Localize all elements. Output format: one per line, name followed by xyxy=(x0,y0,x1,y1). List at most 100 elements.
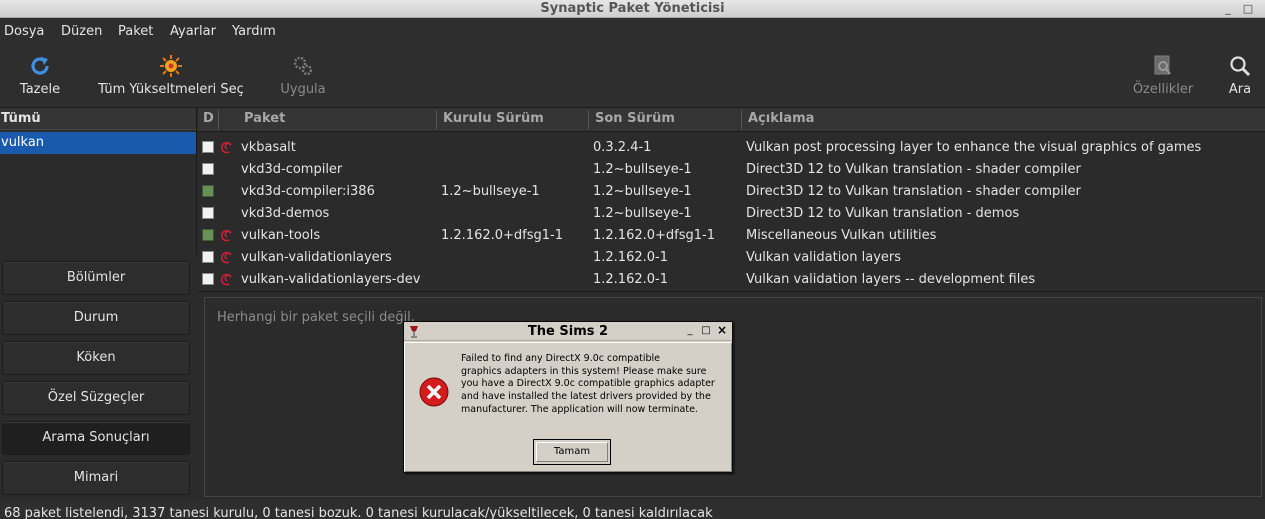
status-checkbox[interactable] xyxy=(202,185,214,197)
status-checkbox[interactable] xyxy=(202,141,214,153)
status-checkbox[interactable] xyxy=(202,163,214,175)
custom-filters-button[interactable]: Özel Süzgeçler xyxy=(2,381,190,415)
latest-version: 1.2~bullseye-1 xyxy=(593,162,692,177)
ok-button[interactable]: Tamam xyxy=(533,439,611,465)
menu-package[interactable]: Paket xyxy=(118,24,153,39)
properties-label: Özellikler xyxy=(1132,82,1194,97)
status-checkbox[interactable] xyxy=(202,229,214,241)
apply-button[interactable]: Uygula xyxy=(272,45,334,107)
gears-icon xyxy=(293,56,313,76)
table-row[interactable]: vkd3d-demos 1.2~bullseye-1 Direct3D 12 to … xyxy=(198,203,1265,225)
dialog-maximize-button[interactable]: □ xyxy=(699,324,713,338)
minimize-button[interactable]: _ xyxy=(1218,0,1238,18)
package-name: vkd3d-compiler:i386 xyxy=(241,184,375,199)
mark-all-upgrades-button[interactable]: Tüm Yükseltmeleri Seç xyxy=(96,45,246,107)
installed-version: 1.2.162.0+dfsg1-1 xyxy=(441,228,564,243)
status-bar: 68 paket listelendi, 3137 tanesi kurulu,… xyxy=(0,500,1265,519)
menu-help[interactable]: Yardım xyxy=(232,24,276,39)
status-checkbox[interactable] xyxy=(202,251,214,263)
status-checkbox[interactable] xyxy=(202,273,214,285)
column-package[interactable]: Paket xyxy=(244,111,285,126)
refresh-label: Tazele xyxy=(19,82,61,97)
table-row[interactable]: vkd3d-compiler:i386 1.2~bullseye-1 1.2~bul… xyxy=(198,181,1265,203)
package-list-header: D Paket Kurulu Sürüm Son Sürüm Açıklama xyxy=(198,108,1265,132)
refresh-icon xyxy=(31,57,49,75)
category-item-selected[interactable]: vulkan xyxy=(0,132,196,154)
package-description: Direct3D 12 to Vulkan translation - demo… xyxy=(746,206,1020,221)
package-name: vulkan-validationlayers xyxy=(241,250,392,265)
column-description[interactable]: Açıklama xyxy=(748,111,814,126)
table-row[interactable]: vulkan-validationlayers-dev 1.2.162.0-1 Vu… xyxy=(198,269,1265,291)
error-dialog: The Sims 2 _ □ × Failed to find any Dire… xyxy=(403,321,733,473)
status-checkbox[interactable] xyxy=(202,207,214,219)
dialog-titlebar[interactable]: The Sims 2 _ □ × xyxy=(404,322,732,341)
table-row[interactable]: vkd3d-compiler 1.2~bullseye-1 Direct3D 12 … xyxy=(198,159,1265,181)
architecture-button[interactable]: Mimari xyxy=(2,461,190,495)
table-row[interactable]: vulkan-validationlayers 1.2.162.0-1 Vulkan… xyxy=(198,247,1265,269)
search-label: Ara xyxy=(1228,82,1252,97)
category-panel: Tümü vulkan xyxy=(0,108,197,254)
dialog-message-line: graphics adapters in this system! Please… xyxy=(461,365,707,377)
dialog-message-line: you have a DirectX 9.0c compatible graph… xyxy=(461,378,715,390)
star-burst-icon xyxy=(160,55,182,77)
refresh-button[interactable]: Tazele xyxy=(10,45,70,107)
package-name: vulkan-validationlayers-dev xyxy=(241,272,421,287)
package-description: Direct3D 12 to Vulkan translation - shad… xyxy=(746,184,1081,199)
package-description: Direct3D 12 to Vulkan translation - shad… xyxy=(746,162,1081,177)
category-header[interactable]: Tümü xyxy=(0,108,196,130)
latest-version: 1.2.162.0-1 xyxy=(593,272,668,287)
package-name: vkd3d-demos xyxy=(241,206,330,221)
column-installed-version[interactable]: Kurulu Sürüm xyxy=(443,111,544,126)
dialog-message: Failed to find any DirectX 9.0c compatib… xyxy=(461,353,723,417)
search-results-button[interactable]: Arama Sonuçları xyxy=(2,421,190,455)
status-button[interactable]: Durum xyxy=(2,301,190,335)
latest-version: 0.3.2.4-1 xyxy=(593,140,652,155)
toolbar: Tazele Tüm Yükseltmeleri Seç Uygula Özel… xyxy=(0,45,1265,108)
package-name: vulkan-tools xyxy=(241,228,321,243)
menu-file[interactable]: Dosya xyxy=(4,24,44,39)
table-row[interactable]: vulkan-tools 1.2.162.0+dfsg1-1 1.2.162.0+d… xyxy=(198,225,1265,247)
package-name: vkd3d-compiler xyxy=(241,162,343,177)
properties-icon xyxy=(1154,55,1171,75)
dialog-minimize-button[interactable]: _ xyxy=(683,324,697,338)
status-text: 68 paket listelendi, 3137 tanesi kurulu,… xyxy=(4,506,713,519)
error-icon xyxy=(419,377,449,407)
search-button[interactable]: Ara xyxy=(1222,45,1258,107)
dialog-close-button[interactable]: × xyxy=(715,324,729,338)
dialog-message-line: and have installed the latest drivers pr… xyxy=(461,391,711,403)
debian-swirl-icon xyxy=(220,251,232,264)
latest-version: 1.2~bullseye-1 xyxy=(593,184,692,199)
maximize-button[interactable]: □ xyxy=(1238,0,1258,18)
dialog-message-line: Failed to find any DirectX 9.0c compatib… xyxy=(461,353,661,364)
origin-button[interactable]: Köken xyxy=(2,341,190,375)
dialog-body: Failed to find any DirectX 9.0c compatib… xyxy=(404,342,732,472)
package-detail-pane: Herhangi bir paket seçili değil. xyxy=(204,297,1262,497)
column-status[interactable]: D xyxy=(203,111,214,126)
latest-version: 1.2.162.0+dfsg1-1 xyxy=(593,228,716,243)
package-description: Miscellaneous Vulkan utilities xyxy=(746,228,937,243)
package-name: vkbasalt xyxy=(241,140,296,155)
installed-version: 1.2~bullseye-1 xyxy=(441,184,540,199)
window-titlebar[interactable]: Synaptic Paket Yöneticisi _ □ xyxy=(0,0,1265,18)
debian-swirl-icon xyxy=(220,273,232,286)
apply-label: Uygula xyxy=(280,82,326,97)
mark-all-upgrades-label: Tüm Yükseltmeleri Seç xyxy=(98,82,244,97)
menu-settings[interactable]: Ayarlar xyxy=(170,24,216,39)
package-list: D Paket Kurulu Sürüm Son Sürüm Açıklama … xyxy=(198,108,1265,292)
dialog-message-line: manufacturer. The application will now t… xyxy=(461,403,698,415)
debian-swirl-icon xyxy=(220,141,232,154)
menu-bar: Dosya Düzen Paket Ayarlar Yardım xyxy=(0,19,1265,45)
sections-button[interactable]: Bölümler xyxy=(2,261,190,295)
column-latest-version[interactable]: Son Sürüm xyxy=(595,111,675,126)
package-description: Vulkan validation layers -- development … xyxy=(746,272,1036,287)
latest-version: 1.2~bullseye-1 xyxy=(593,206,692,221)
menu-edit[interactable]: Düzen xyxy=(61,24,102,39)
debian-swirl-icon xyxy=(220,229,232,242)
package-description: Vulkan validation layers xyxy=(746,250,902,265)
ok-button-label: Tamam xyxy=(536,442,608,462)
package-description: Vulkan post processing layer to enhance … xyxy=(746,140,1202,155)
table-row[interactable]: vkbasalt 0.3.2.4-1 Vulkan post processing … xyxy=(198,137,1265,159)
no-package-selected-text: Herhangi bir paket seçili değil. xyxy=(217,310,415,325)
properties-button[interactable]: Özellikler xyxy=(1128,45,1198,107)
latest-version: 1.2.162.0-1 xyxy=(593,250,668,265)
